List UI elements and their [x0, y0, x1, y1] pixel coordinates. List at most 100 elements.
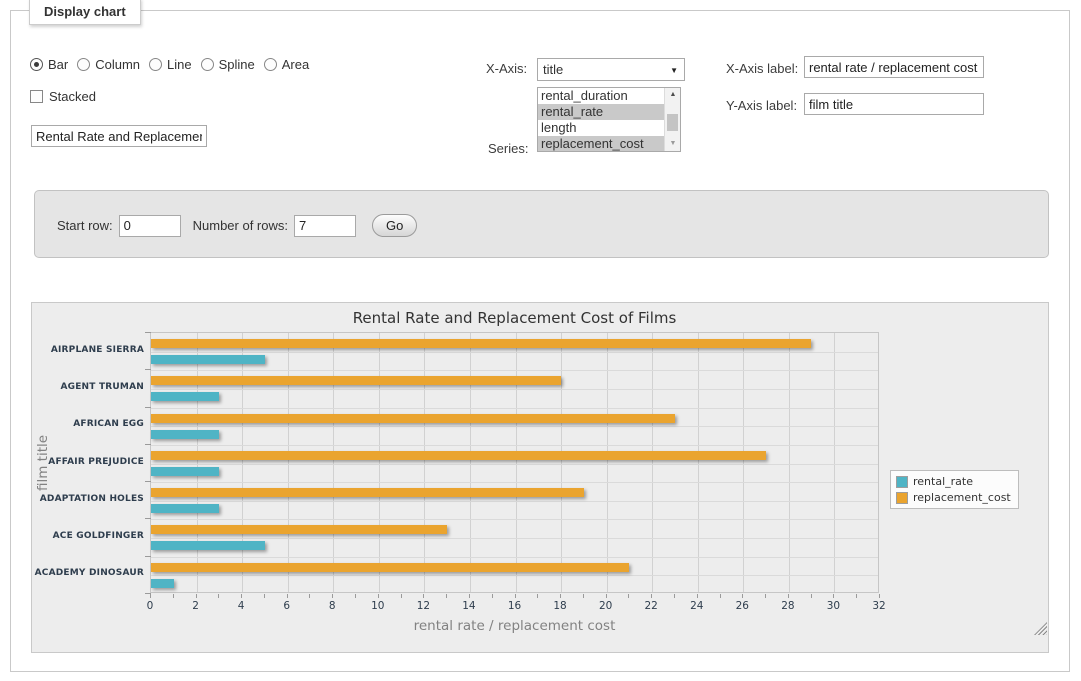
horizontal-gridline: [151, 426, 878, 427]
y-axis-tick: [145, 556, 151, 557]
bar-replacement_cost[interactable]: [151, 339, 811, 348]
legend-label: rental_rate: [913, 475, 973, 488]
x-axis-tick: [515, 594, 516, 598]
x-axis-tick: [674, 594, 675, 598]
bar-rental_rate[interactable]: [151, 355, 265, 364]
series-option-rental_duration[interactable]: rental_duration: [538, 88, 664, 104]
scroll-up-icon[interactable]: ▲: [665, 88, 681, 102]
vertical-gridline: [197, 333, 198, 592]
chart-legend: rental_rate replacement_cost: [890, 470, 1019, 509]
x-axis-tick: [378, 594, 379, 598]
stacked-checkbox-row[interactable]: Stacked: [30, 89, 96, 104]
num-rows-label: Number of rows:: [193, 218, 288, 233]
bar-rental_rate[interactable]: [151, 541, 265, 550]
x-axis-tick-label: 24: [682, 600, 712, 612]
y-axis-tick: [145, 369, 151, 370]
x-axis-tick: [401, 594, 402, 598]
scroll-down-icon[interactable]: ▼: [665, 137, 681, 151]
bar-rental_rate[interactable]: [151, 467, 219, 476]
bar-rental_rate[interactable]: [151, 392, 219, 401]
bar-replacement_cost[interactable]: [151, 488, 584, 497]
vertical-gridline: [333, 333, 334, 592]
x-axis-tick-label: 16: [500, 600, 530, 612]
vertical-gridline: [834, 333, 835, 592]
vertical-gridline: [789, 333, 790, 592]
dropdown-arrow-icon: ▼: [670, 66, 678, 75]
series-listbox[interactable]: rental_durationrental_ratelengthreplacem…: [537, 87, 681, 152]
y-axis-title: film title: [35, 332, 51, 593]
vertical-gridline: [561, 333, 562, 592]
series-option-replacement_cost[interactable]: replacement_cost: [538, 136, 664, 152]
x-axis-select-label: X-Axis:: [486, 61, 527, 76]
bar-replacement_cost[interactable]: [151, 376, 561, 385]
bar-replacement_cost[interactable]: [151, 563, 629, 572]
legend-item-replacement_cost[interactable]: replacement_cost: [896, 491, 1011, 504]
bar-replacement_cost[interactable]: [151, 451, 766, 460]
horizontal-gridline: [151, 575, 878, 576]
go-button[interactable]: Go: [372, 214, 417, 237]
legend-item-rental_rate[interactable]: rental_rate: [896, 475, 1011, 488]
y-axis-label-input[interactable]: [804, 93, 984, 115]
x-axis-label-input[interactable]: [804, 56, 984, 78]
bar-rental_rate[interactable]: [151, 430, 219, 439]
chart-container: Rental Rate and Replacement Cost of Film…: [31, 302, 1049, 653]
start-row-input[interactable]: [119, 215, 181, 237]
radio-area[interactable]: [264, 58, 277, 71]
series-scrollbar[interactable]: ▲ ▼: [664, 88, 680, 151]
horizontal-gridline: [151, 519, 878, 520]
chart-type-option-spline[interactable]: Spline: [201, 57, 255, 72]
x-axis-tick: [492, 594, 493, 598]
vertical-gridline: [607, 333, 608, 592]
chart-type-option-line[interactable]: Line: [149, 57, 192, 72]
y-axis-tick: [145, 518, 151, 519]
x-axis-tick: [879, 594, 880, 598]
horizontal-gridline: [151, 557, 878, 558]
bar-rental_rate[interactable]: [151, 579, 174, 588]
x-axis-tick: [355, 594, 356, 598]
radio-spline[interactable]: [201, 58, 214, 71]
scrollbar-thumb[interactable]: [667, 114, 678, 131]
vertical-gridline: [652, 333, 653, 592]
horizontal-gridline: [151, 538, 878, 539]
radio-line[interactable]: [149, 58, 162, 71]
vertical-gridline: [288, 333, 289, 592]
start-row-label: Start row:: [57, 218, 113, 233]
legend-swatch: [896, 476, 908, 488]
vertical-gridline: [516, 333, 517, 592]
radio-column[interactable]: [77, 58, 90, 71]
series-option-rental_rate[interactable]: rental_rate: [538, 104, 664, 120]
x-axis-tick: [264, 594, 265, 598]
chart-type-option-bar[interactable]: Bar: [30, 57, 68, 72]
series-option-length[interactable]: length: [538, 120, 664, 136]
x-axis-tick: [173, 594, 174, 598]
chart-type-option-column[interactable]: Column: [77, 57, 140, 72]
stacked-label: Stacked: [49, 89, 96, 104]
chart-type-option-area[interactable]: Area: [264, 57, 309, 72]
chart-title: Rental Rate and Replacement Cost of Film…: [150, 309, 879, 327]
horizontal-gridline: [151, 389, 878, 390]
x-axis-tick: [150, 594, 151, 598]
x-axis-tick: [742, 594, 743, 598]
stacked-checkbox[interactable]: [30, 90, 43, 103]
x-axis-tick: [218, 594, 219, 598]
x-axis-select[interactable]: title ▼: [537, 58, 685, 81]
x-axis-tick: [606, 594, 607, 598]
x-axis-tick: [287, 594, 288, 598]
bar-replacement_cost[interactable]: [151, 525, 447, 534]
vertical-gridline: [698, 333, 699, 592]
radio-label: Bar: [48, 57, 68, 72]
x-axis-tick: [423, 594, 424, 598]
x-axis-tick: [241, 594, 242, 598]
chart-title-input[interactable]: [31, 125, 207, 147]
horizontal-gridline: [151, 464, 878, 465]
horizontal-gridline: [151, 482, 878, 483]
x-axis-tick-label: 28: [773, 600, 803, 612]
x-axis-tick-label: 6: [272, 600, 302, 612]
resize-handle-icon[interactable]: [1034, 622, 1047, 635]
num-rows-input[interactable]: [294, 215, 356, 237]
x-axis-tick-label: 30: [818, 600, 848, 612]
bar-replacement_cost[interactable]: [151, 414, 675, 423]
radio-bar[interactable]: [30, 58, 43, 71]
x-axis-tick-label: 10: [363, 600, 393, 612]
bar-rental_rate[interactable]: [151, 504, 219, 513]
